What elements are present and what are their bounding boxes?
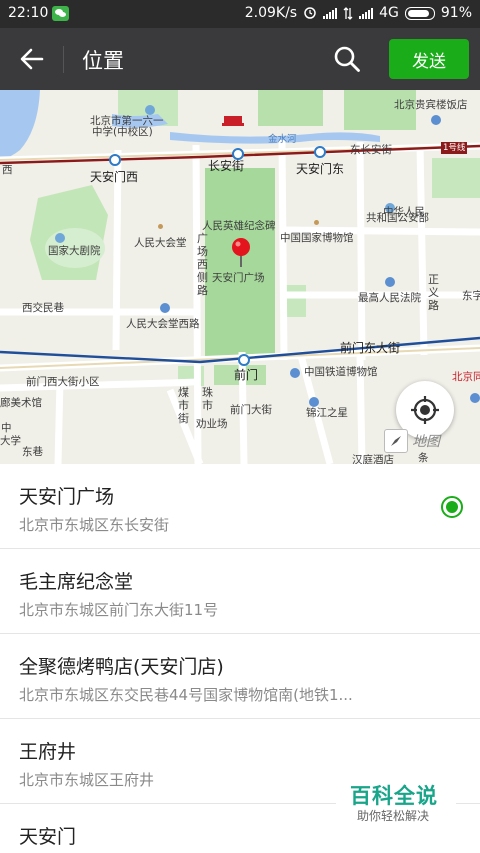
status-time: 22:10 <box>8 5 49 21</box>
map-label: 广场西侧路 <box>197 232 208 297</box>
location-name: 全聚德烤鸭店(天安门店) <box>19 656 224 678</box>
map-label: 人民大会堂西路 <box>126 318 200 330</box>
watermark-title: 百科全说 <box>350 784 438 808</box>
page-title: 位置 <box>82 49 124 73</box>
map-label: 最高人民法院 <box>358 292 421 304</box>
search-icon <box>334 46 360 72</box>
compass-button[interactable] <box>384 429 408 453</box>
location-item[interactable]: 毛主席纪念堂 北京市东城区前门东大街11号 <box>0 549 480 634</box>
map-label: 中国铁道博物馆 <box>304 366 378 378</box>
location-address: 北京市东城区前门东大街11号 <box>19 601 219 619</box>
map-label: 金水河 <box>268 134 297 145</box>
map-label: 天安门东 <box>296 162 345 176</box>
status-indicators: 2.09K/s 4G 91% <box>245 5 472 21</box>
map-label: 条 <box>418 452 429 464</box>
map-label: 西交民巷 <box>22 302 64 314</box>
location-item[interactable]: 全聚德烤鸭店(天安门店) 北京市东城区东交民巷44号国家博物馆南(地铁1... <box>0 634 480 719</box>
map-label: 中学(中校区) <box>92 126 153 138</box>
map-label: 锦江之星 <box>306 407 348 419</box>
map-label: 天安门广场 <box>212 272 265 284</box>
compass-icon <box>391 436 401 446</box>
map-label: 1号线 <box>441 142 468 154</box>
back-arrow-icon <box>20 48 44 70</box>
location-address: 北京市东城区东长安街 <box>19 516 170 534</box>
back-button[interactable] <box>12 40 52 78</box>
map-provider-logo: 地图 <box>412 434 440 450</box>
map-label: 中国国家博物馆 <box>280 232 354 244</box>
signal-icon <box>323 7 338 19</box>
network-type: 4G <box>379 5 399 21</box>
map-label: 共和国公安部 <box>366 212 429 224</box>
location-name: 王府井 <box>19 741 77 763</box>
map-label: 东字 <box>462 290 480 302</box>
map-label: 廊美术馆 <box>0 397 42 409</box>
map-label: 煤市街 <box>178 386 189 425</box>
poi-dot <box>158 224 163 229</box>
title-bar: 位置 发送 <box>0 28 480 90</box>
data-transfer-icon <box>343 6 353 20</box>
title-divider <box>63 46 64 73</box>
signal-icon-2 <box>359 7 374 19</box>
location-pin-icon <box>232 238 250 267</box>
map-label: 中 <box>1 422 12 434</box>
location-name: 天安门 <box>19 826 77 848</box>
selected-check-icon[interactable] <box>441 496 463 518</box>
map-label: 前门东大街 <box>340 341 401 355</box>
map-label: 珠市 <box>202 386 213 412</box>
network-speed: 2.09K/s <box>244 5 298 21</box>
location-item[interactable]: 天安门广场 北京市东城区东长安街 <box>0 464 480 549</box>
map-label: 天安门西 <box>90 170 139 184</box>
map-label: 人民英雄纪念碑 <box>202 220 276 232</box>
battery-level: 91% <box>440 5 472 21</box>
send-button[interactable]: 发送 <box>389 39 469 79</box>
wechat-notification-icon <box>52 6 69 21</box>
search-button[interactable] <box>328 40 366 78</box>
status-bar: 22:10 2.09K/s 4G 91% <box>0 0 480 28</box>
map-label: 东巷 <box>22 446 43 458</box>
alarm-icon <box>304 7 316 19</box>
location-name: 天安门广场 <box>19 486 115 508</box>
watermark-subtitle: 助你轻松解决 <box>357 809 430 823</box>
map-label: 前门大街 <box>230 404 272 416</box>
map-label: 大学 <box>0 435 21 447</box>
location-name: 毛主席纪念堂 <box>19 571 134 593</box>
map-label: 西 <box>2 164 13 176</box>
watermark: 百科全说 助你轻松解决 <box>336 775 456 829</box>
map-label: 正义路 <box>428 273 439 312</box>
map-label: 长安街 <box>208 159 245 173</box>
map-label: 北京贵宾楼饭店 <box>394 99 468 111</box>
map-label: 国家大剧院 <box>48 245 101 257</box>
location-address: 北京市东城区东交民巷44号国家博物馆南(地铁1... <box>19 686 353 704</box>
map-label: 前门西大街小区 <box>26 376 100 388</box>
map-label: 汉庭酒店 <box>352 454 394 464</box>
map-label: 东长安街 <box>350 144 392 156</box>
poi-dot <box>314 220 319 225</box>
battery-icon <box>404 6 435 20</box>
map-label: 前门 <box>234 368 259 382</box>
map-view[interactable]: 北京贵宾楼饭店 北京市第一六一 中学(中校区) 金水河 天安门西 长安街 天安门… <box>0 90 480 464</box>
map-label: 人民大会堂 <box>134 237 187 249</box>
locate-target-icon <box>411 396 439 424</box>
map-label: 北京同 <box>452 371 480 383</box>
map-label: 劝业场 <box>196 418 228 430</box>
